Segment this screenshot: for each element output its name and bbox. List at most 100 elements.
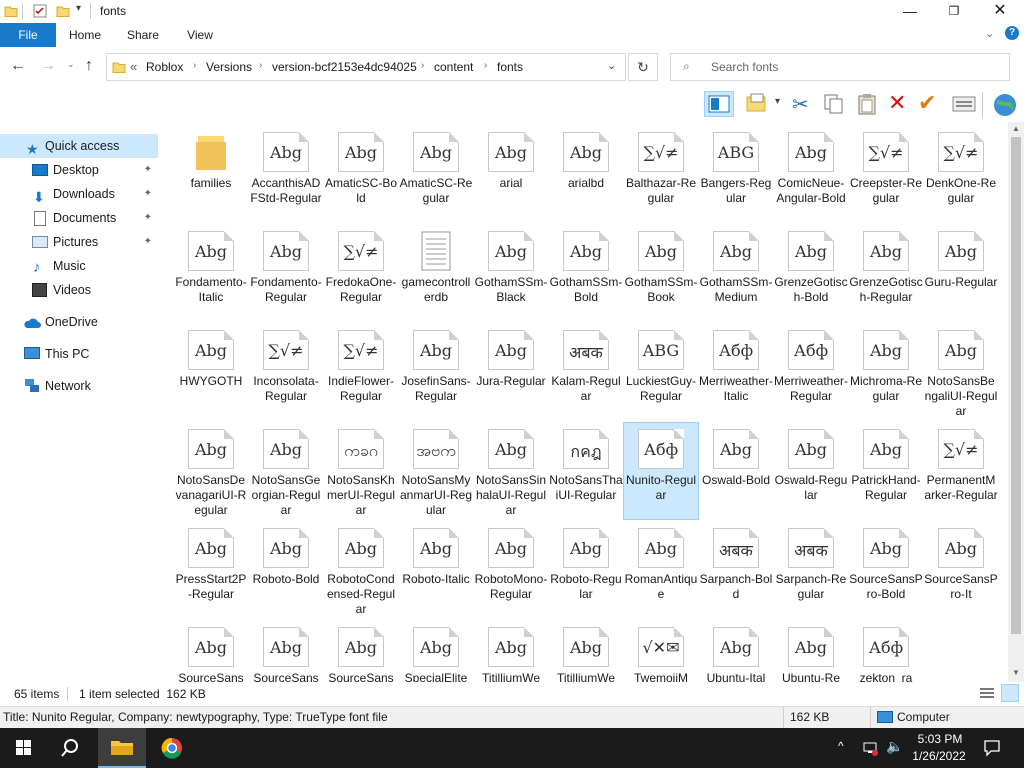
close-button[interactable]: ✕ [978, 0, 1022, 22]
file-item[interactable]: Abg PatrickHand-Regular [849, 423, 923, 519]
file-item[interactable]: Abg GrenzeGotisch-Regular [849, 225, 923, 321]
file-item[interactable]: Abg TitilliumWe [474, 621, 548, 682]
file-item[interactable]: ∑√≠ Creepster-Regular [849, 126, 923, 222]
paste-icon[interactable] [856, 93, 878, 118]
sidebar-item-this-pc[interactable]: This PC [0, 342, 158, 366]
breadcrumb-versions[interactable]: Versions [206, 60, 252, 74]
tab-share[interactable]: Share [120, 23, 166, 47]
file-item[interactable]: Abg NotoSansGeorgian-Regular [249, 423, 323, 519]
details-view-icon[interactable] [979, 686, 995, 703]
file-item[interactable]: ∑√≠ Balthazar-Regular [624, 126, 698, 222]
file-item[interactable]: Abg RobotoMono-Regular [474, 522, 548, 618]
tab-file[interactable]: File [0, 23, 56, 47]
rename-check-icon[interactable]: ✔ [918, 90, 936, 116]
volume-icon[interactable]: 🔈 [886, 738, 903, 755]
file-item[interactable]: Abg Roboto-Regular [549, 522, 623, 618]
file-item[interactable]: Abg TitilliumWe [549, 621, 623, 682]
sidebar-item-videos[interactable]: Videos [0, 278, 158, 302]
refresh-button[interactable]: ↻ [628, 53, 658, 81]
sidebar-item-downloads[interactable]: ⬇ Downloads ✦ [0, 182, 158, 206]
file-item[interactable]: Abg Oswald-Regular [774, 423, 848, 519]
file-item[interactable]: Abg AmaticSC-Bold [324, 126, 398, 222]
sidebar-item-documents[interactable]: Documents ✦ [0, 206, 158, 230]
file-item[interactable]: Abg SourceSansPro-It [924, 522, 998, 618]
file-item[interactable]: အဗက NotoSansMyanmarUI-Regular [399, 423, 473, 519]
expand-ribbon-icon[interactable]: ⌄ [985, 27, 994, 40]
preview-pane-button[interactable] [704, 91, 734, 117]
file-item[interactable]: Абф Merriweather-Regular [774, 324, 848, 420]
cut-icon[interactable]: ✂ [792, 92, 809, 117]
show-hidden-icons-icon[interactable]: ^ [838, 739, 844, 753]
file-item[interactable]: Abg RobotoCondensed-Regular [324, 522, 398, 618]
notifications-icon[interactable] [983, 739, 1001, 760]
help-icon[interactable]: ? [1005, 26, 1019, 40]
file-item[interactable]: Abg SourceSans [249, 621, 323, 682]
search-input[interactable]: Search fonts [711, 60, 778, 74]
network-status-icon[interactable] [862, 740, 878, 759]
file-item[interactable]: Abg GothamSSm-Black [474, 225, 548, 321]
file-item[interactable]: Абф Nunito-Regular [623, 422, 699, 520]
file-item[interactable]: Abg SourceSans [174, 621, 248, 682]
pin-icon[interactable]: ✦ [144, 206, 152, 230]
sidebar-item-quick-access[interactable]: ★ Quick access [0, 134, 158, 158]
file-item[interactable]: Abg Michroma-Regular [849, 324, 923, 420]
breadcrumb-roblox[interactable]: Roblox [146, 60, 183, 74]
file-item[interactable]: अबक Sarpanch-Bold [699, 522, 773, 618]
recent-locations-icon[interactable]: ⌄ [67, 59, 75, 70]
file-item[interactable]: √✕✉ TwemojiM [624, 621, 698, 682]
file-item[interactable]: ∑√≠ DenkOne-Regular [924, 126, 998, 222]
minimize-button[interactable]: — [888, 0, 932, 22]
sidebar-item-onedrive[interactable]: OneDrive [0, 310, 158, 334]
new-folder-icon[interactable] [56, 4, 70, 18]
breadcrumb-content[interactable]: content [434, 60, 473, 74]
clock-date[interactable]: 1/26/2022 [906, 749, 972, 763]
clock-time[interactable]: 5:03 PM [912, 732, 968, 746]
file-item[interactable]: Abg arial [474, 126, 548, 222]
file-item[interactable]: Abg GothamSSm-Medium [699, 225, 773, 321]
pin-icon[interactable]: ✦ [144, 158, 152, 182]
sidebar-item-music[interactable]: ♪ Music [0, 254, 158, 278]
file-item[interactable]: ∑√≠ Inconsolata-Regular [249, 324, 323, 420]
globe-icon[interactable] [992, 92, 1018, 121]
folder-item[interactable]: families [174, 126, 248, 222]
breadcrumb-version[interactable]: version-bcf2153e4dc94025 [272, 60, 417, 74]
scroll-up-icon[interactable]: ▲ [1012, 124, 1020, 133]
chrome-taskbar-button[interactable] [148, 728, 196, 768]
file-item[interactable]: Abg AccanthisADFStd-Regular [249, 126, 323, 222]
file-item[interactable]: Abg GothamSSm-Book [624, 225, 698, 321]
restore-button[interactable]: ❐ [932, 0, 976, 22]
file-item[interactable]: Abg AmaticSC-Regular [399, 126, 473, 222]
delete-icon[interactable]: ✕ [888, 90, 906, 116]
dropdown-arrow-icon[interactable]: ▾ [775, 96, 780, 107]
search-button[interactable] [48, 728, 96, 768]
file-item[interactable]: Abg GothamSSm-Bold [549, 225, 623, 321]
large-icons-view-icon[interactable] [1001, 684, 1019, 702]
file-item[interactable]: ABG LuckiestGuy-Regular [624, 324, 698, 420]
file-item[interactable]: gamecontrollerdb [399, 225, 473, 321]
file-item[interactable]: Abg Ubuntu-Ital [699, 621, 773, 682]
file-item[interactable]: ∑√≠ PermanentMarker-Regular [924, 423, 998, 519]
file-item[interactable]: ∑√≠ FredokaOne-Regular [324, 225, 398, 321]
sidebar-item-pictures[interactable]: Pictures ✦ [0, 230, 158, 254]
file-item[interactable]: Abg JosefinSans-Regular [399, 324, 473, 420]
back-arrow-icon[interactable]: ← [10, 57, 26, 75]
pin-icon[interactable]: ✦ [144, 230, 152, 254]
properties-icon[interactable] [33, 4, 47, 18]
chevron-right-icon[interactable]: › [259, 60, 262, 71]
file-item[interactable]: Abg NotoSansSinhalaUI-Regular [474, 423, 548, 519]
scroll-down-icon[interactable]: ▼ [1012, 668, 1020, 677]
chevron-right-icon[interactable]: › [484, 60, 487, 71]
file-item[interactable]: Abg SourceSansPro-Bold [849, 522, 923, 618]
file-item[interactable]: Abg PressStart2P-Regular [174, 522, 248, 618]
file-item[interactable]: Abg Jura-Regular [474, 324, 548, 420]
file-item[interactable]: Abg SourceSans [324, 621, 398, 682]
file-item[interactable]: Abg ComicNeue-Angular-Bold [774, 126, 848, 222]
file-item[interactable]: Abg Fondamento-Italic [174, 225, 248, 321]
chevron-right-icon[interactable]: › [421, 60, 424, 71]
file-item[interactable]: Abg Roboto-Bold [249, 522, 323, 618]
file-item[interactable]: Абф zekton_ra [849, 621, 923, 682]
file-explorer-taskbar-button[interactable] [98, 728, 146, 768]
file-item[interactable]: ကခဂ NotoSansKhmerUI-Regular [324, 423, 398, 519]
search-box[interactable]: ⌕ Search fonts [670, 53, 1010, 81]
file-item[interactable]: Abg Roboto-Italic [399, 522, 473, 618]
